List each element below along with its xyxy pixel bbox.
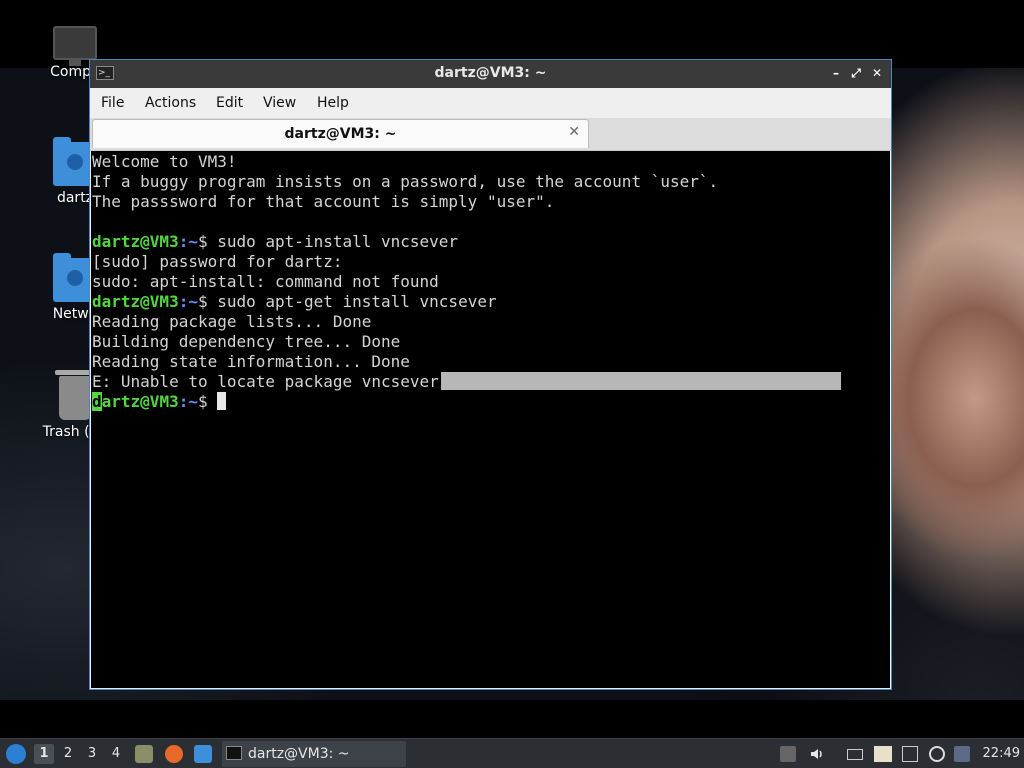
tab-close-icon[interactable]: ✕ <box>568 124 580 140</box>
prompt-symbol: $ <box>197 232 208 251</box>
desktop-folder-icon[interactable] <box>194 745 212 763</box>
terminal-line: Reading state information... Done <box>92 352 410 371</box>
error-text: E: Unable to locate package vncsever <box>92 372 439 391</box>
menu-edit[interactable]: Edit <box>216 95 243 111</box>
taskbar: 1 2 3 4 dartz@VM3: ~ 22:49 <box>0 738 1024 768</box>
terminal-line: Building dependency tree... Done <box>92 332 401 351</box>
prompt-user-first-char: d <box>92 392 102 411</box>
computer-icon <box>53 26 97 66</box>
workspace-2[interactable]: 2 <box>58 744 78 764</box>
tray-expand-icon[interactable] <box>780 746 796 762</box>
prompt-path: :~ <box>178 392 198 411</box>
prompt-path: :~ <box>178 232 198 251</box>
close-button[interactable]: ✕ <box>869 65 885 81</box>
terminal-command-line: dartz@VM3:~$ sudo apt-get install vncsev… <box>92 292 841 312</box>
prompt-symbol: $ <box>197 392 208 411</box>
terminal-line: Reading package lists... Done <box>92 312 372 331</box>
file-manager-icon[interactable] <box>135 745 153 763</box>
terminal-output[interactable]: Welcome to VM3! If a buggy program insist… <box>91 151 890 688</box>
prompt-user: artz@VM3 <box>101 392 179 411</box>
command-text: sudo apt-install vncsever <box>207 232 459 251</box>
menu-view[interactable]: View <box>263 95 296 111</box>
trash-icon <box>55 370 95 420</box>
menu-help[interactable]: Help <box>317 95 349 111</box>
clipboard-icon[interactable] <box>874 746 892 762</box>
terminal-command-line: dartz@VM3:~$ sudo apt-install vncsever <box>92 232 841 252</box>
volume-icon[interactable] <box>809 746 825 762</box>
minimize-button[interactable]: – <box>828 65 844 81</box>
terminal-error-line: E: Unable to locate package vncsever <box>92 372 841 392</box>
terminal-window[interactable]: >_ dartz@VM3: ~ – ⤢ ✕ File Actions Edit … <box>89 59 892 690</box>
task-label: dartz@VM3: ~ <box>248 746 350 762</box>
maximize-button[interactable]: ⤢ <box>848 65 864 81</box>
notification-icon[interactable] <box>954 746 970 762</box>
window-title: dartz@VM3: ~ <box>434 65 547 81</box>
update-icon[interactable] <box>929 746 945 762</box>
command-text: sudo apt-get install vncsever <box>207 292 497 311</box>
keyboard-icon[interactable] <box>847 749 863 760</box>
terminal-line: Welcome to VM3! <box>92 152 237 171</box>
workspace-3[interactable]: 3 <box>82 744 102 764</box>
terminal-task-icon <box>226 746 242 760</box>
app-menu-icon[interactable] <box>6 744 26 764</box>
text-selection-highlight <box>440 372 841 390</box>
tab-terminal[interactable]: dartz@VM3: ~ ✕ <box>92 119 589 148</box>
clock[interactable]: 22:49 <box>983 739 1020 768</box>
tab-bar: dartz@VM3: ~ ✕ <box>90 118 891 151</box>
prompt-symbol: $ <box>197 292 208 311</box>
terminal-line: The passsword for that account is simply… <box>92 192 555 211</box>
network-icon[interactable] <box>902 746 918 762</box>
taskbar-task-terminal[interactable]: dartz@VM3: ~ <box>222 741 406 767</box>
prompt-user: dartz@VM3 <box>92 292 179 311</box>
terminal-line: [sudo] password for dartz: <box>92 252 343 271</box>
menu-actions[interactable]: Actions <box>145 95 196 111</box>
menubar: File Actions Edit View Help <box>90 88 891 118</box>
terminal-line: sudo: apt-install: command not found <box>92 272 439 291</box>
terminal-line: If a buggy program insists on a password… <box>92 172 719 191</box>
tab-label: dartz@VM3: ~ <box>284 126 397 142</box>
menu-file[interactable]: File <box>101 95 124 111</box>
terminal-blank-line: ​ <box>92 212 841 232</box>
prompt-user: dartz@VM3 <box>92 232 179 251</box>
text-cursor <box>217 392 227 410</box>
terminal-current-prompt: dartz@VM3:~$ <box>92 392 841 412</box>
window-titlebar[interactable]: >_ dartz@VM3: ~ – ⤢ ✕ <box>90 60 891 88</box>
prompt-path: :~ <box>178 292 198 311</box>
workspace-4[interactable]: 4 <box>106 744 126 764</box>
workspace-1[interactable]: 1 <box>34 744 54 764</box>
firefox-icon[interactable] <box>165 745 183 763</box>
